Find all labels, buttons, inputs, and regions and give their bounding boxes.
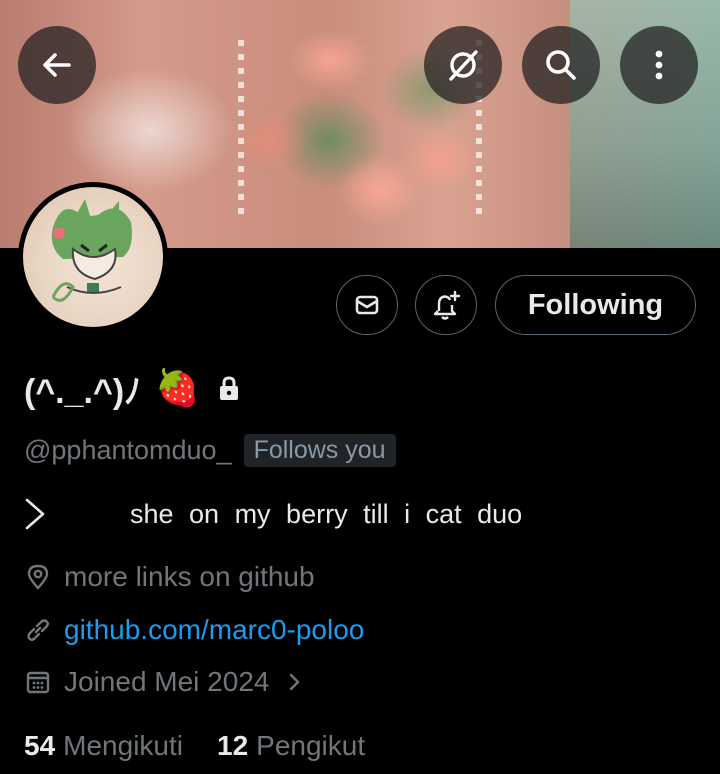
message-icon xyxy=(355,295,379,315)
bio-expand-button[interactable] xyxy=(22,494,48,534)
followers-stat[interactable]: 12 Pengikut xyxy=(217,730,399,762)
joined-row[interactable]: Joined Mei 2024 xyxy=(24,662,309,702)
chevron-right-icon xyxy=(290,673,300,691)
search-icon xyxy=(546,50,576,80)
back-button[interactable] xyxy=(18,26,96,104)
location-pin-icon xyxy=(27,564,49,590)
notification-button[interactable] xyxy=(415,275,477,335)
display-name-row: (^._.^)ﾉ 🍓 xyxy=(24,360,244,416)
following-count: 54 xyxy=(24,730,56,761)
following-label: Mengikuti xyxy=(63,730,183,761)
follows-you-badge: Follows you xyxy=(243,433,396,467)
handle: @pphantomduo_ xyxy=(24,434,232,465)
location-row: more links on github xyxy=(24,557,315,597)
following-button-label: Following xyxy=(527,288,664,321)
avatar-image xyxy=(23,187,163,327)
strawberry-emoji: 🍓 xyxy=(155,367,200,408)
bio: she on my berry till i cat duo xyxy=(130,499,523,529)
message-button[interactable] xyxy=(336,275,398,335)
website-link[interactable]: github.com/marc0-poloo xyxy=(64,614,364,646)
lock-icon xyxy=(220,376,238,400)
link-icon xyxy=(27,619,49,641)
followers-label: Pengikut xyxy=(256,730,366,761)
more-vertical-icon xyxy=(655,50,663,80)
calendar-icon xyxy=(26,671,50,694)
grok-button[interactable] xyxy=(424,26,502,104)
display-name: (^._.^)ﾉ xyxy=(24,372,142,411)
chevron-right-icon xyxy=(25,498,45,530)
banner-stitch xyxy=(238,40,244,220)
joined-text: Joined Mei 2024 xyxy=(64,666,270,697)
grok-icon xyxy=(449,50,478,81)
handle-row: @pphantomduo_ Follows you xyxy=(24,432,396,468)
avatar-drawing xyxy=(51,199,132,302)
search-button[interactable] xyxy=(522,26,600,104)
follow-stats: 54 Mengikuti 12 Pengikut xyxy=(24,726,399,766)
website-row: github.com/marc0-poloo xyxy=(24,610,364,650)
following-stat[interactable]: 54 Mengikuti xyxy=(24,730,217,762)
more-button[interactable] xyxy=(620,26,698,104)
notification-bell-icon xyxy=(433,290,461,320)
followers-count: 12 xyxy=(217,730,249,761)
location-text: more links on github xyxy=(64,561,315,592)
following-button[interactable]: Following xyxy=(495,275,696,335)
avatar[interactable] xyxy=(18,182,168,332)
back-arrow-icon xyxy=(43,53,71,77)
